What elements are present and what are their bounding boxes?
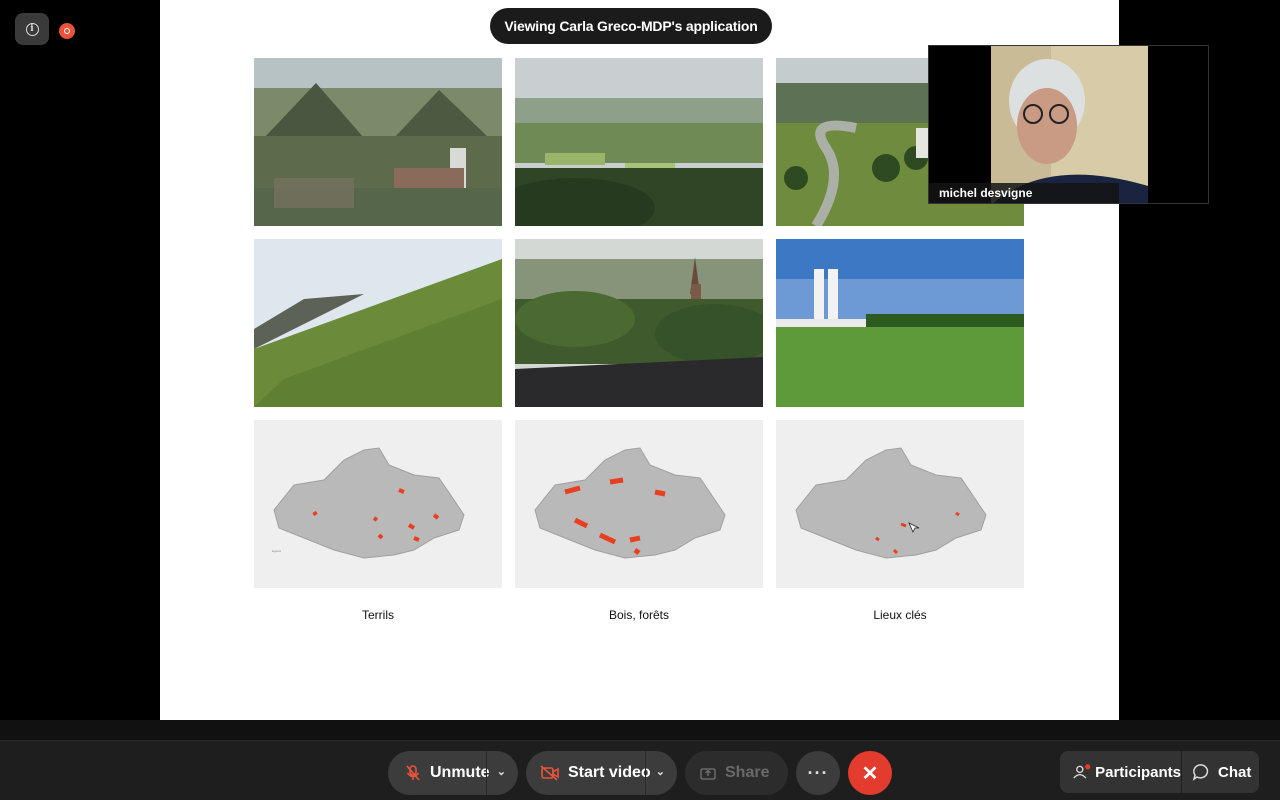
share-icon (700, 768, 716, 780)
shared-screen-area: i legend Terrils Bois, forêts Lieux clés… (0, 0, 1280, 740)
unmute-button[interactable]: Unmute ⌄ (388, 751, 518, 795)
photo-church-village (515, 239, 763, 407)
caption-bois-forets: Bois, forêts (608, 608, 670, 622)
photo-slag-heaps-aerial (254, 58, 502, 226)
chevron-down-icon[interactable]: ⌄ (497, 765, 506, 778)
end-call-button[interactable]: ✕ (848, 751, 892, 795)
participant-video-tile[interactable]: michel desvigne (928, 45, 1209, 204)
unmute-label: Unmute (430, 764, 490, 781)
record-icon (64, 28, 70, 34)
caption-lieux-cles: Lieux clés (873, 608, 927, 622)
share-button[interactable]: Share (685, 751, 788, 795)
meeting-info-button[interactable]: i (15, 13, 49, 45)
toolbar-divider (0, 720, 1280, 740)
more-options-button[interactable]: ··· (796, 751, 840, 795)
close-icon: ✕ (861, 762, 879, 785)
chevron-down-icon[interactable]: ⌄ (656, 765, 665, 778)
people-icon (1073, 764, 1091, 779)
meeting-controls-toolbar: Unmute ⌄ Start video ⌄ Share ··· ✕ Parti… (0, 740, 1280, 800)
start-video-label: Start video (568, 764, 651, 781)
photo-vimy-memorial (776, 239, 1024, 407)
participant-name-label: michel desvigne (929, 183, 1119, 203)
video-off-icon (540, 765, 559, 781)
start-video-button[interactable]: Start video ⌄ (526, 751, 677, 795)
participant-video-feed (929, 46, 1208, 203)
mic-off-icon (406, 765, 420, 781)
map-lieux-cles (776, 420, 1024, 588)
chat-icon (1192, 764, 1209, 781)
photo-forest-valley (515, 58, 763, 226)
participants-button[interactable]: Participants (1060, 751, 1181, 793)
info-icon: i (25, 22, 39, 36)
unmute-divider (486, 751, 487, 795)
chat-button[interactable]: Chat (1182, 751, 1259, 793)
share-label: Share (725, 764, 770, 781)
more-icon: ··· (807, 762, 829, 783)
svg-text:legend: legend (272, 549, 281, 553)
participants-label: Participants (1095, 763, 1181, 781)
photo-grassy-slope (254, 239, 502, 407)
caption-terrils: Terrils (362, 608, 394, 622)
video-divider (645, 751, 646, 795)
record-indicator (59, 23, 75, 39)
map-terrils: legend (254, 420, 502, 588)
map-bois-forets (515, 420, 763, 588)
chat-label: Chat (1218, 763, 1252, 781)
viewing-banner: Viewing Carla Greco-MDP's application (490, 8, 772, 44)
